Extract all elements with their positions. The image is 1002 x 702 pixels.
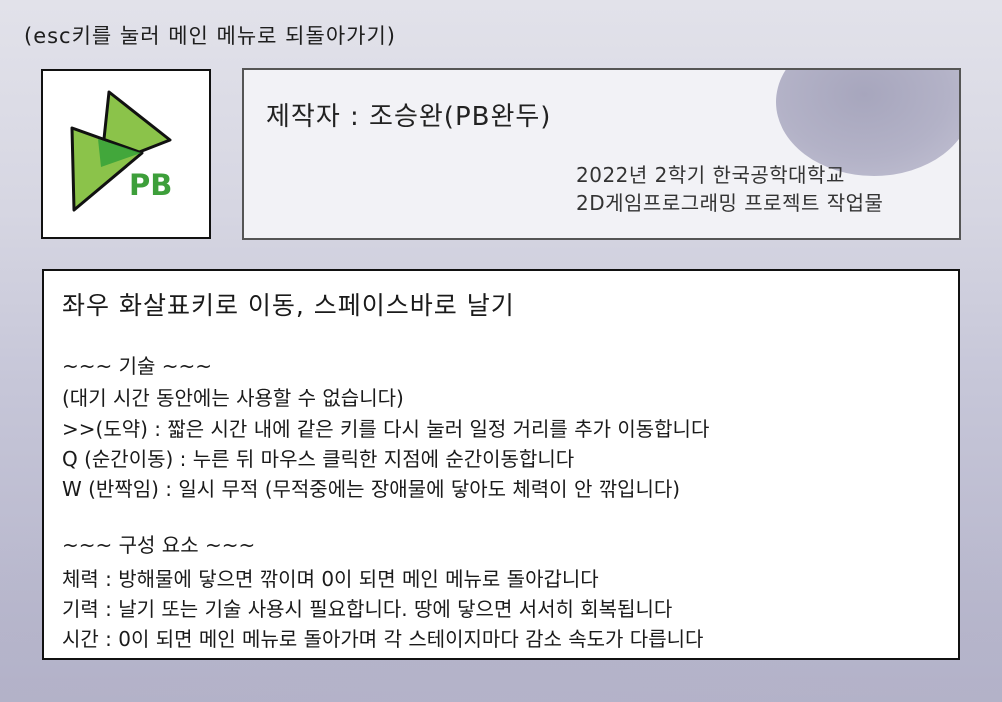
component-health: 체력 : 방해물에 닿으면 깎이며 0이 되면 메인 메뉴로 돌아갑니다 (62, 567, 599, 591)
credit-project: 2D게임프로그래밍 프로젝트 작업물 (576, 191, 884, 215)
skills-note: (대기 시간 동안에는 사용할 수 없습니다) (62, 386, 404, 410)
credits-panel: 제작자 : 조승완(PB완두) 2022년 2학기 한국공학대학교 2D게임프로… (242, 68, 961, 240)
skill-leap: >>(도약) : 짧은 시간 내에 같은 키를 다시 눌러 일정 거리를 추가 … (62, 417, 710, 441)
back-to-menu-hint: (esc키를 눌러 메인 메뉴로 되돌아가기) (24, 24, 396, 48)
logo-text: PB (129, 168, 172, 202)
skill-teleport: Q (순간이동) : 누른 뒤 마우스 클릭한 지점에 순간이동합니다 (62, 447, 575, 471)
instructions-panel: 좌우 화살표키로 이동, 스페이스바로 날기 ~~~ 기술 ~~~ (대기 시간… (42, 269, 960, 660)
author-credit: 제작자 : 조승완(PB완두) (266, 102, 552, 132)
skills-header: ~~~ 기술 ~~~ (62, 354, 213, 378)
skill-blink: W (반짝임) : 일시 무적 (무적중에는 장애물에 닿아도 체력이 안 깎입… (62, 477, 681, 501)
controls-text: 좌우 화살표키로 이동, 스페이스바로 날기 (62, 291, 515, 320)
component-energy: 기력 : 날기 또는 기술 사용시 필요합니다. 땅에 닿으면 서서히 회복됩니… (62, 597, 673, 621)
pb-logo-icon: PB (70, 90, 172, 212)
component-time: 시간 : 0이 되면 메인 메뉴로 돌아가며 각 스테이지마다 감소 속도가 다… (62, 627, 704, 651)
pb-logo: PB (41, 69, 211, 239)
credit-school: 2022년 2학기 한국공학대학교 (576, 163, 845, 187)
components-header: ~~~ 구성 요소 ~~~ (62, 533, 256, 557)
